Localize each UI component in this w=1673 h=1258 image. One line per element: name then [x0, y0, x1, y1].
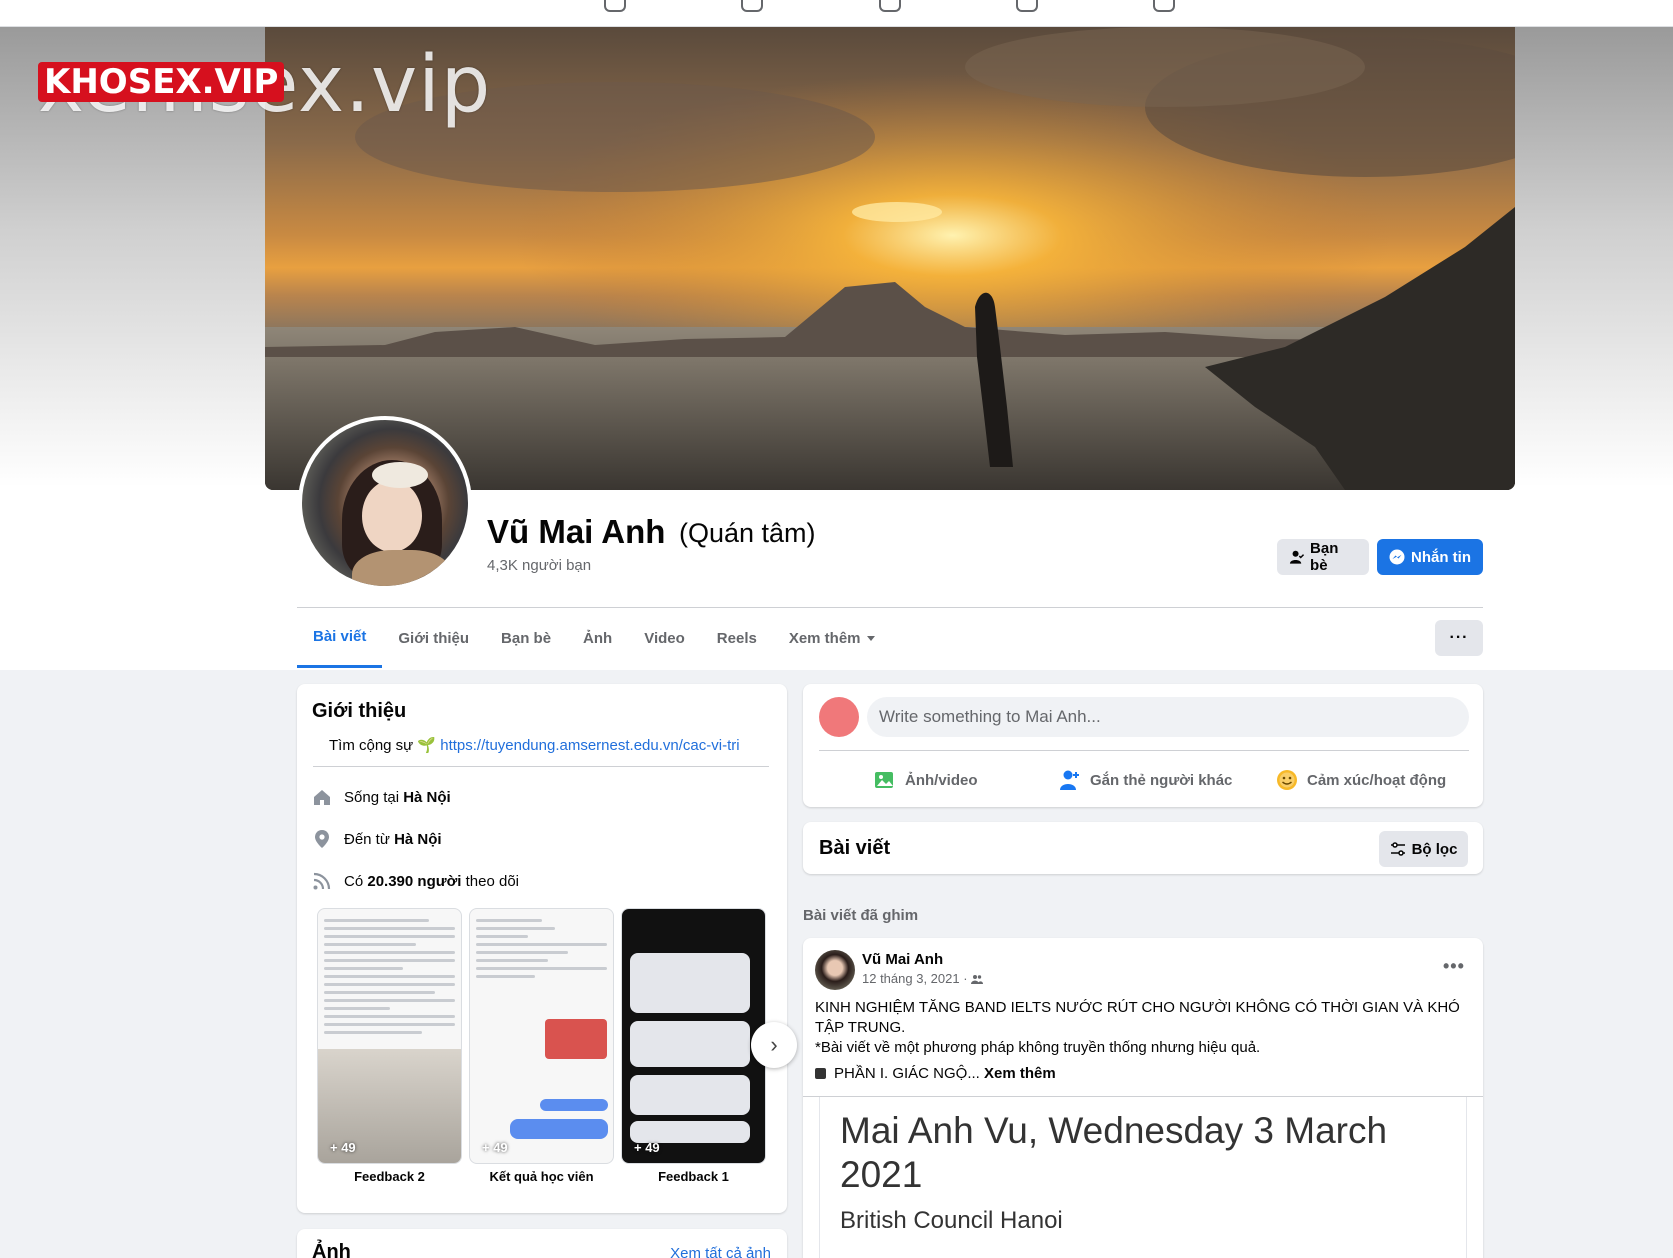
tab-friends[interactable]: Bạn bè — [485, 608, 567, 668]
photo-video-button[interactable]: Ảnh/video — [873, 762, 978, 798]
chevron-right-icon[interactable]: › — [751, 1022, 797, 1068]
profile-alternate-name: (Quán tâm) — [679, 518, 816, 548]
profile-avatar[interactable] — [298, 416, 472, 590]
highlight-feedback-1[interactable]: + 49 — [621, 908, 766, 1164]
tab-posts[interactable]: Bài viết — [297, 608, 383, 668]
marketplace-icon[interactable] — [1016, 0, 1038, 12]
pinned-posts-label: Bài viết đã ghim — [803, 907, 919, 924]
friend-person-icon — [1289, 550, 1305, 564]
posts-header: Bài viết Bộ lọc — [803, 822, 1483, 874]
bio-link[interactable]: https://tuyendung.amsernest.edu.vn/cac-v… — [440, 737, 739, 754]
lives-in-row: Sống tại Hà Nội — [312, 787, 451, 807]
photos-card: Ảnh Xem tất cả ảnh — [297, 1229, 787, 1258]
groups-icon[interactable] — [1153, 0, 1175, 12]
post-meta: 12 tháng 3, 2021 · — [862, 971, 984, 986]
tab-reels[interactable]: Reels — [701, 608, 773, 668]
top-navigation-bar — [0, 0, 1673, 27]
message-button[interactable]: Nhắn tin — [1377, 539, 1483, 575]
avatar[interactable] — [815, 950, 855, 990]
watermark-logo: KHOSEX.VIP — [38, 62, 285, 102]
avatar[interactable] — [819, 697, 859, 737]
followers-row: Có 20.390 người theo dõi — [312, 871, 519, 891]
more-options-button[interactable]: ··· — [1435, 620, 1483, 656]
filter-button[interactable]: Bộ lọc — [1379, 831, 1468, 867]
friends-button-label: Bạn bè — [1310, 540, 1339, 574]
friends-audience-icon — [971, 975, 984, 984]
friends-icon[interactable] — [741, 0, 763, 12]
filter-sliders-icon — [1390, 842, 1405, 856]
profile-name: Vũ Mai Anh — [487, 513, 666, 550]
friends-button[interactable]: Bạn bè — [1277, 539, 1369, 575]
message-button-label: Nhắn tin — [1411, 548, 1471, 566]
tab-about[interactable]: Giới thiệu — [382, 608, 485, 668]
post-author[interactable]: Vũ Mai Anh — [862, 951, 943, 968]
tab-more[interactable]: Xem thêm — [773, 608, 891, 668]
tab-photos[interactable]: Ảnh — [567, 608, 628, 668]
composer-input[interactable]: Write something to Mai Anh... — [867, 697, 1469, 737]
post-text: KINH NGHIỆM TĂNG BAND IELTS NƯỚC RÚT CHO… — [815, 999, 1460, 1082]
see-more-link[interactable]: Xem thêm — [984, 1065, 1056, 1082]
rss-feed-icon — [313, 872, 331, 890]
intro-title: Giới thiệu — [312, 700, 407, 722]
see-all-photos-link[interactable]: Xem tất cả ảnh — [670, 1245, 771, 1258]
photos-title: Ảnh — [312, 1241, 351, 1258]
posts-title: Bài viết — [819, 837, 891, 859]
chevron-down-icon — [866, 635, 875, 641]
post-composer: Write something to Mai Anh... Ảnh/video … — [803, 684, 1483, 807]
highlight-feedback-2[interactable]: + 49 — [317, 908, 462, 1164]
pinned-post: Vũ Mai Anh 12 tháng 3, 2021 · ••• KINH N… — [803, 938, 1483, 1258]
profile-tabs: Bài viết Giới thiệu Bạn bè Ảnh Video Ree… — [297, 608, 891, 668]
feeling-activity-button[interactable]: Cảm xúc/hoạt động — [1275, 762, 1446, 798]
highlight-label: Kết quả học viên — [489, 1169, 594, 1184]
smiley-icon — [1277, 770, 1297, 790]
watch-icon[interactable] — [879, 0, 901, 12]
post-attachment-image[interactable]: Mai Anh Vu, Wednesday 3 March 2021 Briti… — [819, 1097, 1467, 1258]
home-icon[interactable] — [604, 0, 626, 12]
messenger-icon — [1389, 549, 1405, 565]
highlight-label: Feedback 1 — [658, 1169, 729, 1184]
highlight-student-results[interactable]: + 49 — [469, 908, 614, 1164]
friends-count[interactable]: 4,3K người bạn — [487, 557, 591, 574]
tag-people-button[interactable]: Gắn thẻ người khác — [1058, 762, 1232, 798]
post-options-icon[interactable]: ••• — [1443, 956, 1465, 977]
photo-icon — [875, 772, 893, 788]
tab-videos[interactable]: Video — [628, 608, 701, 668]
tag-people-icon — [1060, 770, 1079, 790]
highlight-label: Feedback 2 — [354, 1169, 425, 1184]
intro-bio: Tìm cộng sự 🌱 https://tuyendung.amsernes… — [329, 737, 740, 754]
location-pin-icon — [315, 830, 329, 848]
from-row: Đến từ Hà Nội — [312, 829, 442, 849]
home-icon — [314, 790, 330, 805]
intro-card: Giới thiệu Tìm cộng sự 🌱 https://tuyendu… — [297, 684, 797, 1213]
square-bullet-icon — [815, 1068, 826, 1079]
